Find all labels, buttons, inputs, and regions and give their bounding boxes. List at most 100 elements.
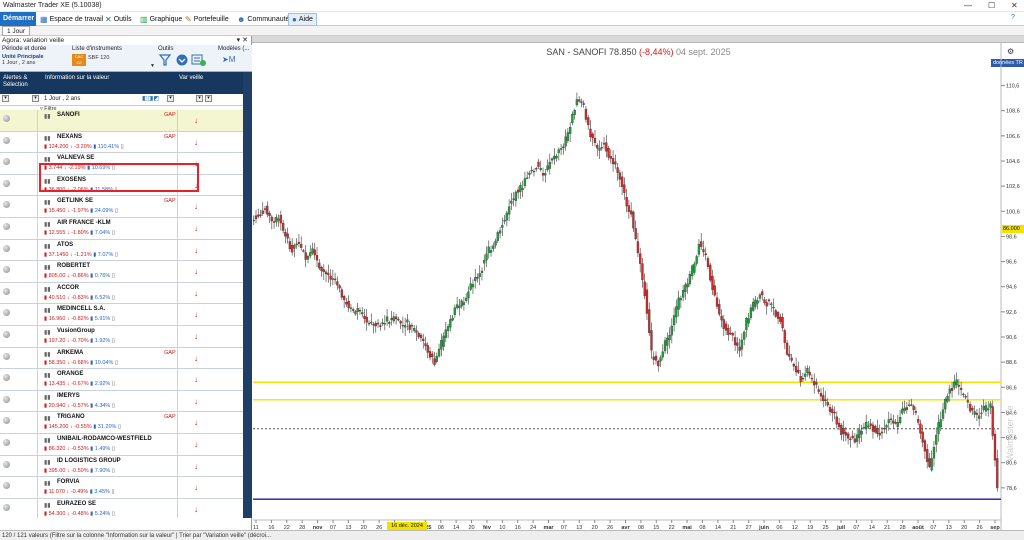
list-row[interactable]: ▮▮ UNIBAIL-RODAMCO-WESTFIELD ▮ 86.320 ↓ -0… (0, 434, 243, 456)
status-dot-icon[interactable] (3, 352, 10, 360)
candle (770, 303, 773, 305)
status-dot-icon[interactable] (3, 309, 10, 317)
alert-cell[interactable] (0, 455, 38, 477)
status-dot-icon[interactable] (3, 482, 10, 490)
candle (537, 161, 540, 167)
filter-checkbox-2[interactable]: ▾ (32, 95, 39, 102)
filter-checkbox-1[interactable]: ▾ (2, 95, 9, 102)
help-corner-icon[interactable]: ? (1011, 14, 1015, 21)
start-button[interactable]: Démarrer (0, 12, 36, 26)
instrument-change: -3.20% (74, 143, 92, 150)
filter-checkbox-3[interactable]: ▾ (167, 95, 174, 102)
status-dot-icon[interactable] (3, 331, 10, 338)
liste-value[interactable]: SBF 120 (88, 55, 109, 61)
status-dot-icon[interactable] (3, 244, 10, 252)
status-dot-icon[interactable] (3, 158, 10, 166)
alert-cell[interactable] (0, 477, 38, 498)
status-dot-icon[interactable] (3, 223, 10, 230)
candle (607, 148, 610, 158)
list-row[interactable]: ▮▮ TRIGANO GAP ▮ 145.200 ↓ -0.55% ▮ 31.20% … (0, 412, 243, 434)
status-dot-icon[interactable] (3, 179, 10, 187)
list-row[interactable]: ▮▮ IMERYS ▮ 20.940 ↓ -0.57% ▮ 4.34% ▯ ↓ (0, 390, 243, 413)
filter-checkbox-4[interactable]: ▾ (196, 95, 203, 102)
list-row[interactable]: ▮▮ NEXANS GAP ▮ 124.200 ↓ -3.20% ▮ 110.41% … (0, 131, 243, 154)
col-alertes[interactable]: Alertes & Sélection (3, 75, 39, 89)
menu-aide[interactable]: ● Aide (288, 13, 317, 26)
status-dot-icon[interactable] (3, 287, 10, 295)
list-row[interactable]: ▮▮ FORVIA ▮ 11.070 ↓ -0.49% ▮ 3.45% ▯ ↓ (0, 477, 243, 499)
list-scrollbar[interactable] (243, 72, 252, 518)
alert-cell[interactable] (0, 174, 38, 196)
candle (910, 404, 913, 406)
list-row[interactable]: ▮▮ EURAZEO SE ▮ 54.300 ↓ -0.48% ▮ 5.24% ▯ ↓ (0, 498, 243, 518)
alert-cell[interactable] (0, 390, 38, 412)
list-row[interactable]: ▮▮ ARKEMA GAP ▮ 58.350 ↓ -0.68% ▮ 10.04% ▯ ↓ (0, 347, 243, 370)
menu-outils[interactable]: ✕ Outils (105, 15, 132, 24)
alert-cell[interactable] (0, 369, 38, 390)
maximize-button[interactable]: ☐ (988, 1, 995, 10)
status-dot-icon[interactable] (3, 503, 10, 511)
list-row[interactable]: ▮▮ MEDINCELL S.A. ▮ 16.960 ↓ -0.82% ▮ 5.91… (0, 304, 243, 326)
candle (679, 298, 683, 301)
menu-portefeuille[interactable]: ✎ Portefeuille (185, 15, 229, 24)
minimize-button[interactable]: — (964, 1, 972, 10)
list-row[interactable]: ▮▮ ORANGE ▮ 13.435 ↓ -0.67% ▮ 2.92% ▯ ↓ (0, 369, 243, 391)
status-dot-icon[interactable] (3, 460, 10, 468)
menu-communaute[interactable]: ☻ Communauté (237, 15, 289, 24)
status-dot-icon[interactable] (3, 395, 10, 403)
list-row[interactable]: ▮▮ SANOFI GAP ↓ (0, 110, 243, 132)
chart-panel[interactable]: SAN - SANOFI 78.850 (-8,44%) 04 sept. 20… (253, 43, 1024, 531)
candle (826, 402, 829, 406)
list-row[interactable]: ▮▮ AIR FRANCE -KLM ▮ 12.555 ↓ -1.80% ▮ 7.0… (0, 218, 243, 240)
col-information[interactable]: Information sur la valeur (45, 75, 109, 82)
status-dot-icon[interactable] (3, 115, 10, 122)
alert-cell[interactable] (0, 434, 38, 455)
filter-value[interactable]: 1 Jour , 2 ans (44, 96, 80, 102)
list-row[interactable]: ▮▮ VusionGroup ▮ 197.20 ↓ -0.70% ▮ 1.92% ▯… (0, 326, 243, 348)
list-row[interactable]: ▮▮ ATOS ▮ 37.1450 ↓ -1.21% ▮ 7.07% ▯ ↓ (0, 239, 243, 262)
candle (788, 353, 791, 357)
candle (905, 407, 909, 411)
status-dot-icon[interactable] (3, 439, 10, 446)
alert-cell[interactable] (0, 326, 38, 347)
menu-graphique[interactable]: ▥ Graphique (140, 15, 182, 24)
alert-cell[interactable] (0, 153, 38, 174)
alert-cell[interactable] (0, 218, 38, 239)
status-dot-icon[interactable] (3, 266, 10, 274)
panel-pin-icon[interactable]: ▾ ✕ (237, 36, 248, 44)
status-dot-icon[interactable] (3, 374, 10, 382)
candle (939, 419, 942, 428)
outils-icons[interactable] (158, 53, 214, 67)
modeles-icon[interactable]: ➤M (222, 55, 235, 64)
alert-cell[interactable] (0, 131, 38, 153)
alert-cell[interactable] (0, 347, 38, 369)
status-dot-icon[interactable] (3, 136, 10, 144)
candle (700, 241, 703, 247)
menu-espace-de-travail[interactable]: ▦ Espace de travail (40, 15, 103, 24)
list-row[interactable]: ▮▮ ACCOR ▮ 40.510 ↓ -0.83% ▮ 6.52% ▯ ↓ (0, 282, 243, 305)
liste-dropdown-icon[interactable]: ▼ (150, 63, 155, 69)
candlestick-chart[interactable]: 110,6 108,6 106,6 104,6 102,6 100,6 98,6 96,6 94… (253, 43, 1024, 530)
tab-1-jour[interactable]: 1 Jour (2, 26, 31, 36)
periode-value-2[interactable]: 1 Jour , 2 ans (2, 60, 35, 66)
filter-tool-icons[interactable]: ◧◨◩ (142, 95, 159, 102)
close-button[interactable]: ✕ (1011, 1, 1018, 10)
list-row[interactable]: ▮▮ GETLINK SE GAP ▮ 15.450 ↓ -1.97% ▮ 24.09… (0, 196, 243, 218)
status-dot-icon[interactable] (3, 201, 10, 209)
alert-cell[interactable] (0, 304, 38, 325)
list-row[interactable]: ▮▮ ROBERTET ▮ 805.00 ↓ -0.86% ▮ 0.76% ▯ ↓ (0, 261, 243, 283)
alert-cell[interactable] (0, 412, 38, 433)
list-row[interactable]: ▮▮ ID LOGISTICS GROUP ▮ 395.00 ↓ -0.50% ▮ … (0, 455, 243, 478)
candle (754, 299, 757, 307)
alert-cell[interactable] (0, 239, 38, 261)
alert-cell[interactable] (0, 196, 38, 217)
y-tick-label: 94,6 (1006, 285, 1017, 291)
candle (681, 290, 685, 298)
col-var-veille[interactable]: Var veille (179, 75, 203, 82)
status-dot-icon[interactable] (3, 417, 10, 425)
alert-cell[interactable] (0, 282, 38, 304)
filter-checkbox-5[interactable]: ▾ (205, 95, 212, 102)
alert-cell[interactable] (0, 261, 38, 282)
alert-cell[interactable] (0, 498, 38, 518)
alert-cell[interactable] (0, 110, 38, 131)
